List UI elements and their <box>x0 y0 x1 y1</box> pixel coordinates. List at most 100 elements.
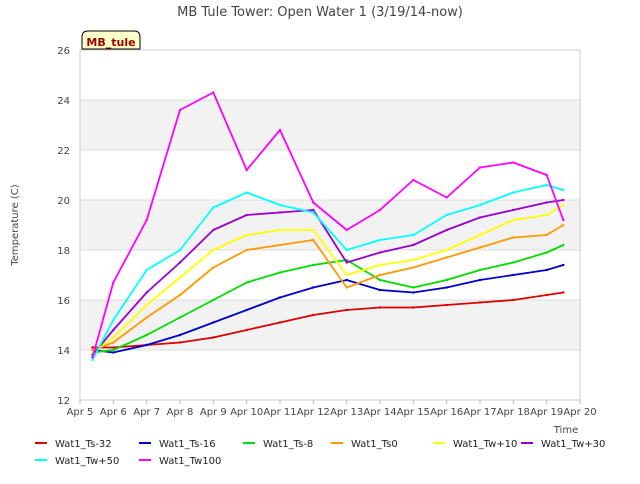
data-point <box>312 208 315 212</box>
x-tick-label: Apr 10 <box>230 407 263 418</box>
data-point <box>378 238 382 242</box>
data-point <box>178 261 182 264</box>
data-point <box>345 278 348 282</box>
data-point <box>412 266 415 269</box>
data-point <box>212 321 215 324</box>
data-point <box>245 328 248 332</box>
x-tick-label: Apr 9 <box>200 407 227 418</box>
data-point <box>562 291 565 294</box>
data-point <box>445 286 448 289</box>
data-point <box>562 263 565 267</box>
station-tag-label: MB_tule <box>86 36 135 49</box>
data-point <box>478 166 482 169</box>
data-point <box>245 248 248 252</box>
data-point <box>145 343 148 347</box>
data-point <box>178 293 182 297</box>
data-point <box>212 248 215 252</box>
chart-root: 12 14 16 18 20 22 24 26 Apr 5 Apr 6 Apr 7 Apr 8 Apr… <box>0 0 640 480</box>
data-point <box>545 213 548 217</box>
data-point <box>145 291 148 294</box>
data-point <box>145 218 148 222</box>
data-point <box>278 228 282 232</box>
data-point <box>512 273 515 277</box>
x-tick-label: Apr 20 <box>563 407 596 418</box>
data-point <box>412 178 415 182</box>
data-point <box>112 348 115 352</box>
data-point <box>178 316 182 319</box>
data-point <box>545 201 548 204</box>
data-point <box>545 293 548 297</box>
data-point <box>445 196 448 199</box>
x-tick-label: Apr 11 <box>263 407 296 418</box>
data-point <box>478 246 482 249</box>
x-tick-label: Apr 17 <box>463 407 496 418</box>
data-point <box>112 318 115 322</box>
data-point <box>412 243 415 247</box>
data-point <box>562 243 565 247</box>
x-tick-label: Apr 16 <box>430 407 463 418</box>
data-point <box>245 168 248 172</box>
data-point <box>478 268 482 272</box>
data-point <box>412 233 415 237</box>
data-point <box>178 108 182 112</box>
data-point <box>562 198 565 202</box>
y-tick-label: 24 <box>57 96 70 107</box>
data-point <box>378 273 382 277</box>
legend-label: Wat1_Tw+10 <box>453 439 517 450</box>
data-point <box>212 228 215 232</box>
data-point <box>278 271 282 274</box>
station-tag: MB_tule <box>81 30 141 50</box>
data-point <box>412 286 415 289</box>
data-point <box>378 208 382 212</box>
data-point <box>412 258 415 262</box>
y-tick-label: 22 <box>57 146 70 157</box>
data-point <box>278 128 282 132</box>
data-point <box>91 356 94 359</box>
data-point <box>378 288 382 292</box>
data-point <box>112 281 115 284</box>
data-point <box>512 191 515 194</box>
x-tick-label: Apr 7 <box>133 407 160 418</box>
data-point <box>245 281 248 284</box>
y-tick-label: 20 <box>57 196 70 207</box>
data-point <box>312 263 315 267</box>
data-point <box>112 341 115 344</box>
data-point <box>345 228 348 232</box>
data-point <box>562 223 565 227</box>
chart-title: MB Tule Tower: Open Water 1 (3/19/14-now… <box>177 5 463 20</box>
data-point <box>312 211 315 214</box>
data-point <box>478 301 482 304</box>
data-point <box>545 173 548 177</box>
data-point <box>478 203 482 207</box>
x-tick-label: Apr 6 <box>100 407 127 418</box>
data-point <box>445 228 448 232</box>
data-point <box>512 208 515 212</box>
legend-label: Wat1_Ts0 <box>351 439 398 450</box>
data-point <box>145 303 148 307</box>
data-point <box>112 336 115 339</box>
data-point <box>178 248 182 252</box>
legend-label: Wat1_Ts-8 <box>263 439 313 450</box>
plot-band <box>80 200 580 250</box>
data-point <box>312 286 315 289</box>
data-point <box>112 328 115 332</box>
data-point <box>91 358 94 362</box>
chart-svg: 12 14 16 18 20 22 24 26 Apr 5 Apr 6 Apr 7 Apr 8 Apr… <box>0 0 640 480</box>
data-point <box>478 278 482 282</box>
data-point <box>445 213 448 217</box>
data-point <box>512 161 515 164</box>
data-point <box>212 206 215 209</box>
data-point <box>312 313 315 317</box>
x-tick-label: Apr 8 <box>167 407 194 418</box>
legend-label: Wat1_Ts-16 <box>159 439 216 450</box>
y-axis-label: Temperature (C) <box>10 184 21 266</box>
data-point <box>545 268 548 272</box>
data-point <box>562 188 565 192</box>
x-tick-label: Apr 5 <box>67 407 94 418</box>
x-axis-label: Time <box>553 425 578 436</box>
data-point <box>445 248 448 252</box>
data-point <box>445 256 448 259</box>
x-tick-label: Apr 14 <box>363 407 396 418</box>
data-point <box>112 346 115 349</box>
plot-band <box>80 100 580 150</box>
